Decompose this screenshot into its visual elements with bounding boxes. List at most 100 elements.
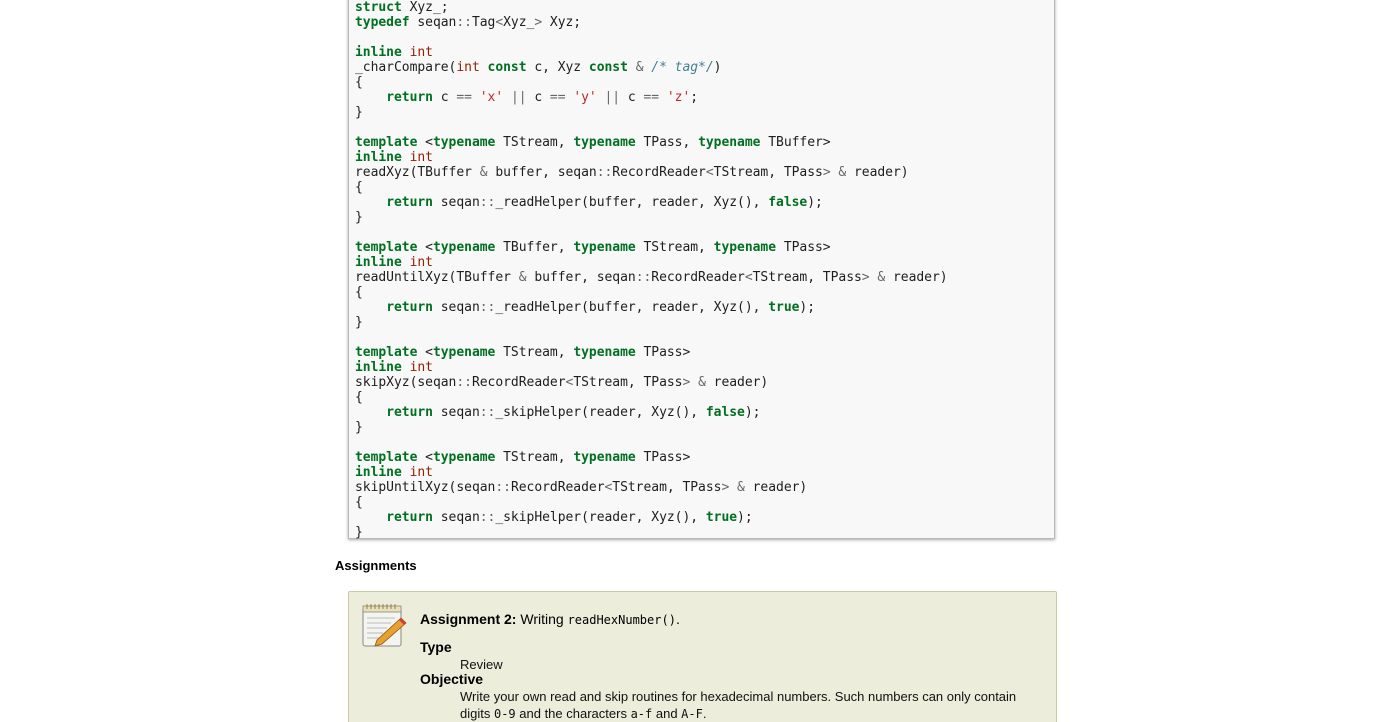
code-line: readXyz(TBuffer & buffer, seqan::RecordR… [355,165,1054,180]
code-token: Xyz; [542,15,582,30]
code-token: int [409,360,433,375]
code-token: TPass> [635,450,691,465]
code-token: c [526,90,550,105]
code-line: return seqan::_skipHelper(reader, Xyz(),… [355,405,1054,420]
code-token: TPass> [635,345,691,360]
code-token: int [409,45,433,60]
code-token: typename [573,135,636,150]
code-token: return [386,195,433,210]
code-token: & [698,375,706,390]
code-token: int [409,465,433,480]
code-line: inline int [355,45,1054,60]
code-token: int [456,60,480,75]
code-token: TBuffer> [760,135,831,150]
code-token: :: [635,270,652,285]
code-line: template <typename TStream, typename TPa… [355,345,1054,360]
code-token: template [355,240,418,255]
code-token: TStream, TPass [612,480,722,495]
code-token: readXyz(TBuffer [355,165,480,180]
code-line: return seqan::_readHelper(buffer, reader… [355,195,1054,210]
code-line: _charCompare(int const c, Xyz const & /*… [355,60,1054,75]
code-token: || [510,90,527,105]
code-token: seqan [432,510,480,525]
code-line: skipUntilXyz(seqan::RecordReader<TStream… [355,480,1054,495]
code-token: { [355,390,363,405]
code-token: typename [432,135,496,150]
code-token: } [355,105,363,120]
code-token: TStream, TPass [713,165,823,180]
code-token: false [768,195,808,210]
code-token: int [409,255,433,270]
objective-label: Objective [420,671,484,687]
code-token: TStream, TPass [573,375,683,390]
code-token: :: [456,375,472,390]
code-token: ; [690,90,699,105]
code-token: int [409,150,433,165]
objective-code-digits: 0-9 [493,707,516,721]
code-token: :: [479,510,496,525]
assignment-title-end: . [675,611,680,627]
objective-text-4: . [702,706,707,721]
code-line: template <typename TStream, typename TPa… [355,135,1054,150]
assignment-box: Assignment 2: Writing readHexNumber(). T… [348,591,1057,722]
code-token: TStream, [635,240,714,255]
code-line: inline int [355,150,1054,165]
code-token: seqan [432,405,480,420]
code-token: return [386,300,433,315]
code-token: RecordReader [612,165,706,180]
assignment-title-text: Writing [516,611,568,627]
code-token: || [604,90,621,105]
objective-text: Write your own read and skip routines fo… [460,688,1045,722]
code-token: & [737,480,745,495]
code-line: { [355,75,1054,90]
code-token: reader) [846,165,909,180]
code-token: ); [799,300,816,315]
code-token: return [386,90,433,105]
code-line: template <typename TBuffer, typename TSt… [355,240,1054,255]
code-token: _readHelper(buffer, reader, Xyz(), [495,195,769,210]
code-line: template <typename TStream, typename TPa… [355,450,1054,465]
code-token: inline [355,45,402,60]
code-token: < [744,270,753,285]
code-token: { [355,75,363,90]
code-token: typename [432,240,496,255]
code-line: } [355,315,1054,330]
code-token: TStream, [495,450,574,465]
code-token: == [549,90,566,105]
code-token: } [355,210,363,225]
code-token: } [355,420,363,435]
code-token: _skipHelper(reader, Xyz(), [495,405,706,420]
code-line: skipXyz(seqan::RecordReader<TStream, TPa… [355,375,1054,390]
code-line: { [355,390,1054,405]
code-token: < [417,345,433,360]
code-token: TStream, TPass [752,270,862,285]
code-token: false [705,405,745,420]
objective-code-upper: A-F [681,707,703,721]
code-token: true [705,510,738,525]
code-token: RecordReader [510,480,605,495]
code-token: true [768,300,800,315]
code-token: { [355,495,363,510]
code-token: :: [596,165,613,180]
type-value: Review [460,657,503,672]
code-token: typename [713,240,777,255]
objective-text-3: and [652,706,682,721]
code-token: inline [355,150,402,165]
code-line: inline int [355,360,1054,375]
code-token: Xyz_; [401,0,449,15]
